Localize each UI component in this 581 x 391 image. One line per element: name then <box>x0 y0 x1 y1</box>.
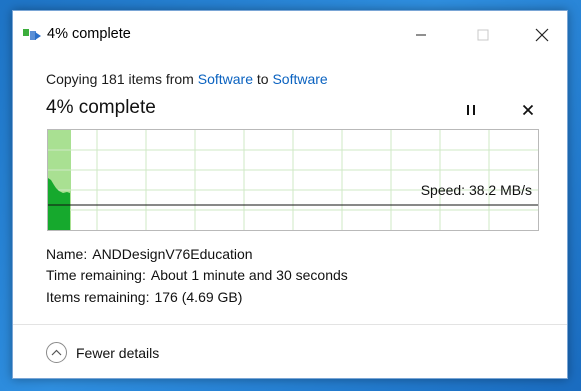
copy-description: Copying 181 items from Software to Softw… <box>46 71 328 87</box>
maximize-icon <box>477 29 489 41</box>
detail-items-value: 176 (4.69 GB) <box>154 289 243 305</box>
fewer-details-label: Fewer details <box>76 344 160 361</box>
detail-name-value: ANDDesignV76Education <box>92 246 253 262</box>
pause-button[interactable] <box>456 98 486 122</box>
detail-time-label: Time remaining: <box>46 267 146 283</box>
fewer-details-button[interactable]: Fewer details <box>46 342 159 363</box>
transfer-speed-graph: Speed: 38.2 MB/s <box>47 129 539 231</box>
close-button[interactable] <box>519 11 565 59</box>
window-title: 4% complete <box>47 26 131 42</box>
destination-folder-link[interactable]: Software <box>272 71 327 87</box>
detail-name-row: Name: ANDDesignV76Education <box>46 246 253 262</box>
file-copy-icon <box>23 27 43 43</box>
detail-time-row: Time remaining: About 1 minute and 30 sec… <box>46 267 348 283</box>
file-copy-dialog: 4% complete Copying 181 items from Softw… <box>12 10 568 379</box>
copy-prefix: Copying 181 items from <box>46 71 198 87</box>
detail-time-value: About 1 minute and 30 seconds <box>150 267 348 283</box>
detail-name-label: Name: <box>46 246 88 262</box>
footer-divider <box>13 324 567 325</box>
copy-connector: to <box>252 71 273 87</box>
speed-label: Speed: 38.2 MB/s <box>420 182 532 198</box>
maximize-button[interactable] <box>460 11 506 59</box>
source-folder-link[interactable]: Software <box>198 71 253 87</box>
minimize-button[interactable] <box>398 11 444 59</box>
graph-gridlines <box>48 130 538 230</box>
progress-heading: 4% complete <box>46 97 156 118</box>
cancel-copy-button[interactable] <box>513 98 543 122</box>
pause-icon <box>467 105 475 115</box>
detail-items-label: Items remaining: <box>46 289 150 305</box>
cancel-icon <box>522 104 534 116</box>
close-icon <box>535 28 549 42</box>
minimize-icon <box>416 34 426 36</box>
title-bar[interactable]: 4% complete <box>13 11 567 59</box>
speed-graph-svg <box>48 130 538 230</box>
detail-items-row: Items remaining: 176 (4.69 GB) <box>46 289 242 305</box>
chevron-up-icon <box>46 342 67 363</box>
